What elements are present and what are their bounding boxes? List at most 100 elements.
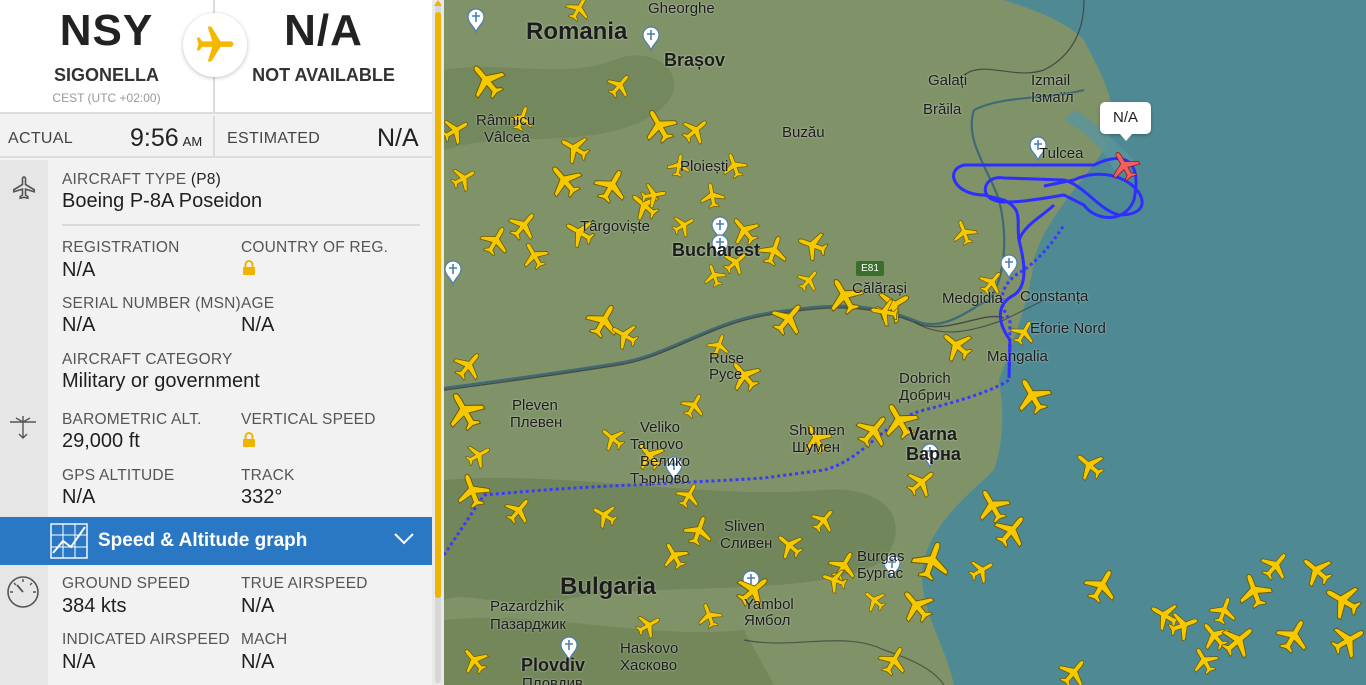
- map-label-veliko: Veliko: [640, 419, 681, 436]
- map-label-bulgaria: Bulgaria: [560, 573, 657, 600]
- altitude-icon: [6, 410, 40, 449]
- aircraft-type-value: Boeing P-8A Poseidon: [62, 190, 263, 212]
- map-label-pleven-cyr: Плевен: [510, 414, 563, 431]
- scroll-up-icon[interactable]: [434, 0, 442, 6]
- aircraft-type-label-text: AIRCRAFT TYPE: [62, 171, 187, 188]
- map-label-haskovo: Haskovo: [620, 640, 679, 657]
- aircraft-icon: [10, 172, 38, 209]
- map-label-constanta: Constanța: [1020, 288, 1089, 305]
- map-label-gheorghe: Gheorghe: [648, 0, 715, 17]
- graph-icon: [50, 523, 88, 564]
- map-label-plovdiv: Plovdiv: [521, 655, 586, 675]
- road-badge: E81: [856, 261, 884, 276]
- tracked-aircraft-callout[interactable]: N/A: [1100, 102, 1151, 141]
- map-label-sliven: Sliven: [724, 518, 765, 535]
- map-label-plovdiv-cyr: Пловдив: [522, 675, 583, 685]
- speed-altitude-graph-toggle[interactable]: Speed & Altitude graph: [0, 517, 432, 565]
- true-airspeed-value: N/A: [241, 595, 275, 617]
- map-label-shumen: Shumen: [789, 422, 845, 439]
- speed-altitude-graph-title: Speed & Altitude graph: [98, 530, 308, 551]
- map-label-braila: Brăila: [923, 101, 962, 118]
- origin-code[interactable]: NSY: [0, 6, 213, 56]
- aircraft-type-label: AIRCRAFT TYPE (P8): [62, 171, 221, 189]
- mach-value: N/A: [241, 651, 275, 673]
- map-label-ploiesti: Ploiești: [680, 158, 729, 175]
- map-label-calarasi: Călărași: [852, 280, 908, 297]
- gps-altitude-value: N/A: [62, 486, 96, 508]
- map-label-varna-cyr: Варна: [906, 444, 961, 464]
- actual-time: 9:56 AM: [130, 124, 202, 153]
- map-label-veliko-cyr: Велико: [640, 453, 691, 470]
- destination-name: NOT AVAILABLE: [252, 65, 395, 85]
- map-label-izmail-cyr: Ізмаїл: [1031, 89, 1074, 106]
- map-label-galati: Galați: [928, 72, 968, 89]
- aircraft-category-value: Military or government: [62, 370, 260, 392]
- map-label-eforie-nord: Eforie Nord: [1030, 320, 1106, 337]
- destination-code: N/A: [284, 6, 363, 55]
- map-label-haskovo-cyr: Хасково: [620, 657, 678, 674]
- map-label-tarnovo-cyr: Търново: [630, 470, 690, 487]
- map-label-pazardzhik-cyr: Пазарджик: [490, 616, 566, 633]
- actual-time-value: 9:56: [130, 124, 179, 152]
- map-label-medgidia: Medgidia: [942, 290, 1003, 307]
- indicated-airspeed-value: N/A: [62, 651, 96, 673]
- estimated-label: ESTIMATED: [227, 130, 321, 147]
- map-label-yambol: Yambol: [744, 596, 794, 613]
- map-label-brasov: Brașov: [664, 50, 726, 70]
- track-label: TRACK: [241, 467, 295, 484]
- map-label-shumen-cyr: Шумен: [792, 439, 841, 456]
- origin-name[interactable]: SIGONELLA: [0, 65, 213, 86]
- map-label-burgas-cyr: Бургас: [857, 565, 904, 582]
- speedometer-icon: [5, 574, 41, 615]
- flight-map[interactable]: N/A E81 Romania Bulgaria Gheorghe Brașov…: [444, 0, 1366, 685]
- scrollbar-thumb[interactable]: [435, 12, 441, 598]
- origin-timezone: CEST (UTC +02:00): [52, 91, 161, 105]
- map-label-ruse-cyr: Русе: [709, 366, 743, 383]
- map-label-pleven: Pleven: [512, 397, 558, 414]
- lock-icon[interactable]: [242, 432, 256, 453]
- map-label-izmail: Izmail: [1031, 72, 1071, 89]
- barometric-alt-label: BAROMETRIC ALT.: [62, 411, 202, 428]
- flight-details-panel: NSY SIGONELLA CEST (UTC +02:00) N/A NOT …: [0, 0, 432, 685]
- vertical-speed-label: VERTICAL SPEED: [241, 411, 376, 428]
- map-label-burgas: Burgas: [857, 548, 905, 565]
- map-label-bucharest: Bucharest: [672, 240, 761, 260]
- map-label-yambol-cyr: Ямбол: [744, 612, 791, 629]
- actual-label: ACTUAL: [8, 130, 73, 147]
- registration-value: N/A: [62, 259, 96, 281]
- aircraft-type-code: (P8): [190, 171, 221, 188]
- map-label-sliven-cyr: Сливен: [720, 535, 773, 552]
- age-value: N/A: [241, 314, 275, 336]
- map-label-mangalia: Mangalia: [987, 348, 1048, 365]
- map-label-tarnovo: Tarnovo: [630, 436, 684, 453]
- registration-label: REGISTRATION: [62, 239, 180, 256]
- times-divider: [213, 116, 215, 158]
- serial-number-value: N/A: [62, 314, 96, 336]
- serial-number-label: SERIAL NUMBER (MSN): [62, 295, 241, 312]
- map-label-varna: Varna: [908, 424, 958, 444]
- ground-speed-value: 384 kts: [62, 595, 127, 617]
- map-label-romania: Romania: [526, 18, 628, 45]
- panel-scrollbar[interactable]: [432, 0, 444, 685]
- route-header: NSY SIGONELLA CEST (UTC +02:00) N/A NOT …: [0, 0, 432, 114]
- airplane-icon: [183, 13, 247, 77]
- map-label-pazardzhik: Pazardzhik: [490, 598, 565, 615]
- map-label-targoviste: Târgoviște: [580, 218, 651, 235]
- barometric-alt-value: 29,000 ft: [62, 430, 140, 452]
- ground-speed-label: GROUND SPEED: [62, 575, 191, 592]
- map-label-dobrich: Dobrich: [899, 370, 951, 387]
- map-label-ruse: Ruse: [709, 350, 745, 367]
- gps-altitude-label: GPS ALTITUDE: [62, 467, 175, 484]
- aircraft-divider: [62, 224, 420, 226]
- map-label-buzau: Buzău: [782, 124, 825, 141]
- indicated-airspeed-label: INDICATED AIRSPEED: [62, 631, 230, 648]
- actual-time-ampm: AM: [182, 134, 203, 149]
- true-airspeed-label: TRUE AIRSPEED: [241, 575, 368, 592]
- map-label-ramnicu: Râmnicu: [476, 112, 536, 129]
- estimated-time: N/A: [377, 124, 419, 152]
- country-label: COUNTRY OF REG.: [241, 239, 389, 256]
- lock-icon[interactable]: [242, 260, 256, 281]
- chevron-down-icon[interactable]: [393, 532, 415, 551]
- times-row: ACTUAL 9:56 AM ESTIMATED N/A: [0, 116, 432, 158]
- aircraft-category-label: AIRCRAFT CATEGORY: [62, 351, 233, 368]
